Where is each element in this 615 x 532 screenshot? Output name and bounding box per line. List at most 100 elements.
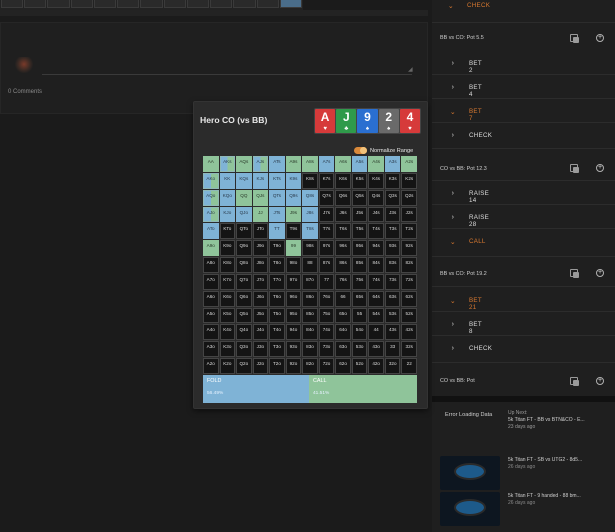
hand-cell[interactable]: AQs <box>236 156 252 172</box>
hand-cell[interactable]: 84s <box>368 257 384 273</box>
hand-cell[interactable]: QJo <box>236 206 252 223</box>
hand-cell[interactable]: 92o <box>285 358 302 374</box>
hand-cell[interactable]: 99 <box>285 240 302 257</box>
hand-cell[interactable]: T4o <box>269 324 285 341</box>
hand-cell[interactable]: 93o <box>285 341 302 358</box>
hand-cell[interactable]: 86o <box>302 290 318 307</box>
hand-cell[interactable]: J7s <box>318 206 335 223</box>
hand-cell[interactable]: QTo <box>236 223 252 240</box>
hand-cell[interactable]: 72o <box>318 358 335 374</box>
hand-cell[interactable]: K2s <box>401 172 417 189</box>
hand-cell[interactable]: AQo <box>203 189 219 206</box>
hand-cell[interactable]: K7o <box>219 273 236 290</box>
hand-cell[interactable]: J4s <box>368 206 384 223</box>
hand-cell[interactable]: A3o <box>203 341 219 358</box>
hand-cell[interactable]: A4o <box>203 324 219 341</box>
hand-cell[interactable]: ATo <box>203 223 219 240</box>
video-item[interactable]: 5k Titan FT - 9 handed - 88 bm... 26 day… <box>508 493 581 507</box>
hand-cell[interactable]: 92s <box>401 240 417 257</box>
hand-cell[interactable]: K2o <box>219 358 236 374</box>
hand-cell[interactable]: A3s <box>384 156 401 172</box>
add-icon[interactable]: + <box>596 164 604 172</box>
hand-cell[interactable]: 32s <box>401 341 417 358</box>
hand-cell[interactable]: J9s <box>285 206 302 223</box>
hand-cell[interactable]: T9s <box>285 223 302 240</box>
hand-cell[interactable]: KJs <box>252 172 269 189</box>
hand-cell[interactable]: T6s <box>335 223 351 240</box>
hand-cell[interactable]: K5s <box>351 172 368 189</box>
hand-cell[interactable]: 75o <box>318 307 335 324</box>
hand-cell[interactable]: 93s <box>384 240 401 257</box>
hand-cell[interactable]: 44 <box>368 324 384 341</box>
hand-cell[interactable]: J2s <box>401 206 417 223</box>
hand-cell[interactable]: K4s <box>368 172 384 189</box>
hand-cell[interactable]: 98o <box>285 257 302 273</box>
hand-cell[interactable]: 32o <box>384 358 401 374</box>
hand-cell[interactable]: A6o <box>203 290 219 307</box>
hand-cell[interactable]: K5o <box>219 307 236 324</box>
hand-cell[interactable]: KQs <box>236 172 252 189</box>
hand-cell[interactable]: 85o <box>302 307 318 324</box>
hand-cell[interactable]: 77 <box>318 273 335 290</box>
hand-cell[interactable]: Q2s <box>401 189 417 206</box>
hand-cell[interactable]: 66 <box>335 290 351 307</box>
hand-cell[interactable]: J4o <box>252 324 269 341</box>
comment-input[interactable] <box>42 74 412 75</box>
hand-cell[interactable]: T7s <box>318 223 335 240</box>
hand-cell[interactable]: 96s <box>335 240 351 257</box>
hand-cell[interactable]: K4o <box>219 324 236 341</box>
hand-cell[interactable]: QJs <box>252 189 269 206</box>
hand-cell[interactable]: K6s <box>335 172 351 189</box>
hand-cell[interactable]: T6o <box>269 290 285 307</box>
hand-cell[interactable]: 94o <box>285 324 302 341</box>
hand-cell[interactable]: 63s <box>384 290 401 307</box>
hand-cell[interactable]: 87o <box>302 273 318 290</box>
hand-cell[interactable]: Q6o <box>236 290 252 307</box>
hand-cell[interactable]: Q8s <box>302 189 318 206</box>
hand-cell[interactable]: 42s <box>401 324 417 341</box>
hand-cell[interactable]: 84o <box>302 324 318 341</box>
hand-cell[interactable]: 83s <box>384 257 401 273</box>
hand-cell[interactable]: 95o <box>285 307 302 324</box>
add-icon[interactable]: + <box>596 269 604 277</box>
hand-cell[interactable]: 97s <box>318 240 335 257</box>
copy-icon[interactable] <box>570 164 579 173</box>
hand-cell[interactable]: KQo <box>219 189 236 206</box>
hand-cell[interactable]: A9o <box>203 240 219 257</box>
hand-cell[interactable]: AKo <box>203 172 219 189</box>
copy-icon[interactable] <box>570 269 579 278</box>
hand-cell[interactable]: T5o <box>269 307 285 324</box>
hand-cell[interactable]: A7o <box>203 273 219 290</box>
hand-cell[interactable]: QQ <box>236 189 252 206</box>
hand-cell[interactable]: Q7o <box>236 273 252 290</box>
hand-cell[interactable]: Q3s <box>384 189 401 206</box>
hand-cell[interactable]: Q4o <box>236 324 252 341</box>
hand-cell[interactable]: 52o <box>351 358 368 374</box>
hand-cell[interactable]: 65s <box>351 290 368 307</box>
hand-cell[interactable]: J2o <box>252 358 269 374</box>
hand-cell[interactable]: 22 <box>401 358 417 374</box>
hand-cell[interactable]: K9s <box>285 172 302 189</box>
hand-cell[interactable]: 95s <box>351 240 368 257</box>
hand-cell[interactable]: 43s <box>384 324 401 341</box>
hand-cell[interactable]: A5o <box>203 307 219 324</box>
hand-cell[interactable]: 33 <box>384 341 401 358</box>
hand-cell[interactable]: 86s <box>335 257 351 273</box>
hand-cell[interactable]: T9o <box>269 240 285 257</box>
hand-cell[interactable]: J3s <box>384 206 401 223</box>
hand-cell[interactable]: 62o <box>335 358 351 374</box>
hand-cell[interactable]: 63o <box>335 341 351 358</box>
hand-cell[interactable]: Q7s <box>318 189 335 206</box>
hand-cell[interactable]: T3o <box>269 341 285 358</box>
hand-cell[interactable]: Q9o <box>236 240 252 257</box>
hand-cell[interactable]: 98s <box>302 240 318 257</box>
hand-cell[interactable]: K6o <box>219 290 236 307</box>
hand-cell[interactable]: T3s <box>384 223 401 240</box>
hand-cell[interactable]: KJo <box>219 206 236 223</box>
hand-cell[interactable]: 72s <box>401 273 417 290</box>
hand-cell[interactable]: T8o <box>269 257 285 273</box>
hand-cell[interactable]: K8s <box>302 172 318 189</box>
video-thumbnail[interactable] <box>440 492 500 526</box>
hand-cell[interactable]: ATs <box>269 156 285 172</box>
hand-cell[interactable]: A7s <box>318 156 335 172</box>
